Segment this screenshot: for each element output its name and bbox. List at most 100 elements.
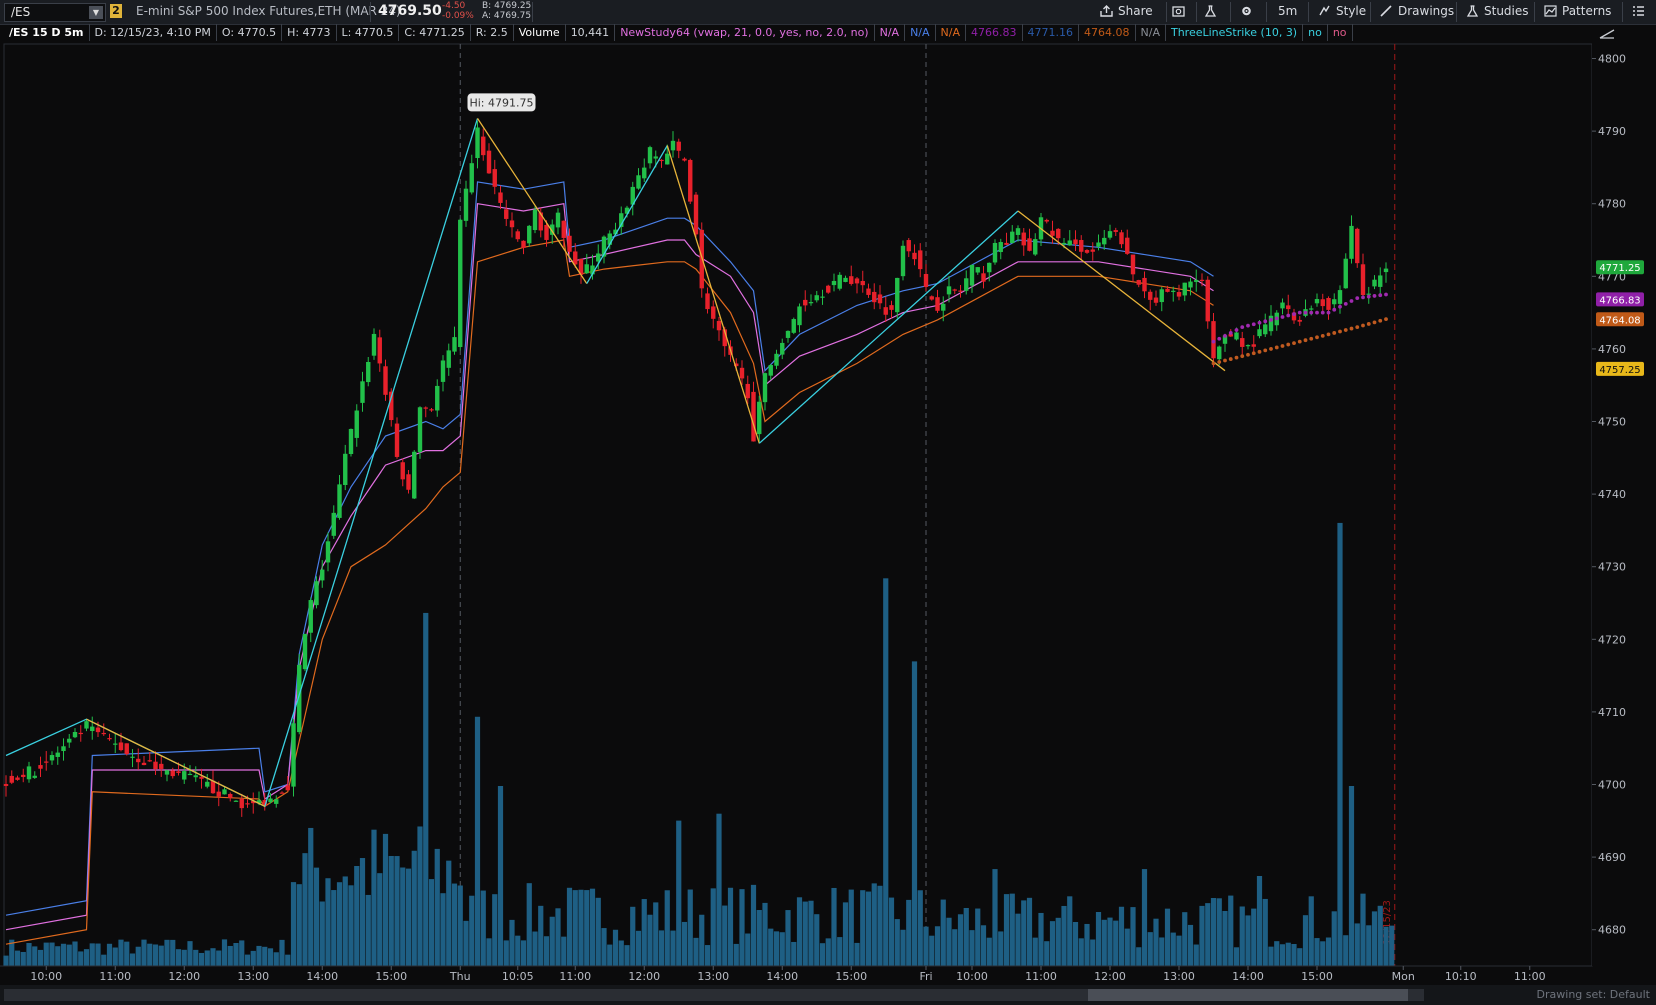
candle-body	[38, 765, 43, 769]
list-menu-icon	[1633, 6, 1644, 16]
candle-body	[1033, 239, 1038, 255]
volume-bar	[607, 944, 613, 966]
symbol-timeframe[interactable]: /ES 15 D 5m	[4, 24, 90, 41]
candle-body	[889, 305, 894, 310]
bid-price: B: 4769.25	[482, 1, 532, 11]
time-tick-label: 14:00	[306, 970, 338, 983]
volume-bar	[377, 873, 383, 966]
study-dot	[1223, 358, 1227, 363]
volume-bar	[969, 930, 975, 966]
volume-bar	[227, 945, 233, 966]
volume-bar	[14, 950, 21, 966]
candle-body	[1188, 281, 1193, 288]
price-tick-label: 4710	[1598, 706, 1626, 719]
volume-bar	[1348, 786, 1355, 966]
menu-button[interactable]	[1632, 4, 1650, 18]
volume-bar	[653, 902, 659, 966]
candle-body	[486, 150, 492, 174]
volume-bar	[1262, 898, 1268, 966]
style-icon	[1319, 5, 1330, 16]
share-button[interactable]: Share	[1100, 4, 1153, 18]
volume-bar	[578, 889, 584, 966]
volume-bar	[584, 890, 590, 966]
candle-body	[693, 194, 699, 235]
symbol-input[interactable]: /ES ▼	[4, 3, 106, 22]
candle-body	[1337, 290, 1343, 304]
time-axis[interactable]: 10:00 11:00 12:00 13:00 14:00 15:00 Thu 10:05 11…	[0, 965, 1592, 985]
candle-body	[222, 789, 227, 795]
candle-body	[952, 289, 957, 291]
candle-body	[1107, 231, 1113, 238]
price-chart[interactable]: 12/15/23 4680469047004710472047304740475…	[0, 0, 1656, 985]
three-line-strike-label[interactable]: ThreeLineStrike (10, 3)	[1166, 24, 1304, 41]
candle-body	[544, 224, 549, 240]
volume-bar	[170, 939, 176, 966]
candle-body	[423, 407, 428, 409]
divider	[1196, 2, 1197, 22]
chart-type-button[interactable]	[1172, 4, 1190, 18]
volume-bar	[658, 930, 665, 966]
study-dot	[1228, 331, 1233, 335]
time-tick-label: 14:00	[766, 970, 798, 983]
volume-bar	[164, 939, 170, 966]
volume-bar	[1101, 919, 1107, 966]
price-tick-label: 4790	[1598, 125, 1626, 138]
study-dot	[1332, 331, 1337, 335]
volume-bar	[1055, 917, 1061, 966]
candle-body	[1113, 230, 1118, 232]
studies-icon	[1466, 5, 1479, 17]
candle-body	[665, 153, 670, 165]
candle-body	[1263, 324, 1268, 335]
volume-bar	[1130, 907, 1136, 966]
study-dot	[1372, 294, 1377, 298]
volume-bar	[814, 914, 820, 966]
candle-body	[659, 159, 664, 162]
study-dot	[1303, 310, 1308, 315]
candle-body	[1119, 232, 1124, 245]
candle-body	[1021, 232, 1026, 246]
study-dot	[1274, 345, 1279, 350]
volume-bar	[290, 882, 297, 966]
candle-body	[95, 727, 101, 733]
price-axis[interactable]: 4680469047004710472047304740475047604770…	[1592, 24, 1656, 966]
candle-body	[118, 742, 124, 751]
time-tick-label: Fri	[919, 970, 932, 983]
time-tick-label: 14:00	[1232, 970, 1264, 983]
volume-bar	[233, 942, 239, 966]
flask-button[interactable]	[1204, 4, 1222, 18]
studies-button[interactable]: Studies	[1466, 4, 1529, 18]
drawings-button[interactable]: Drawings	[1380, 4, 1454, 18]
style-button[interactable]: Style	[1318, 4, 1366, 18]
candle-body	[1102, 237, 1107, 245]
volume-bar	[1147, 932, 1153, 966]
volume-bar	[1314, 938, 1320, 966]
candle-body	[1240, 338, 1245, 347]
time-scrollbar-thumb[interactable]	[1088, 989, 1408, 1001]
chevron-down-icon[interactable]: ▼	[89, 6, 103, 19]
vwap-study-label[interactable]: NewStudy64 (vwap, 21, 0.0, yes, no, 2.0,…	[615, 24, 875, 41]
study-dot	[1361, 323, 1365, 328]
volume-bar	[152, 944, 159, 966]
bid-ask-block: B: 4769.25 A: 4769.75	[482, 1, 531, 21]
candle-body	[113, 743, 118, 745]
candle-body	[1280, 302, 1285, 309]
high-annotation-label: Hi: 4791.75	[469, 96, 533, 109]
candle-body	[417, 407, 423, 452]
settings-button[interactable]	[1240, 4, 1258, 18]
candle-body	[1309, 308, 1314, 310]
flask-icon	[1204, 5, 1217, 17]
volume-bar	[89, 943, 95, 966]
candle-body	[371, 333, 377, 356]
link-badge[interactable]: 2	[110, 4, 122, 18]
volume-bar	[1245, 915, 1251, 966]
volume-bar	[216, 950, 222, 966]
volume-study-label[interactable]: Volume	[514, 24, 566, 41]
candle-body	[820, 296, 825, 298]
study-dot	[1234, 355, 1239, 360]
candle-body	[159, 763, 164, 769]
patterns-button[interactable]: Patterns	[1544, 4, 1611, 18]
candle-body	[354, 410, 359, 438]
timeframe-button[interactable]: 5m	[1278, 4, 1297, 18]
study-dot	[1378, 293, 1383, 298]
volume-bar	[1216, 898, 1222, 966]
